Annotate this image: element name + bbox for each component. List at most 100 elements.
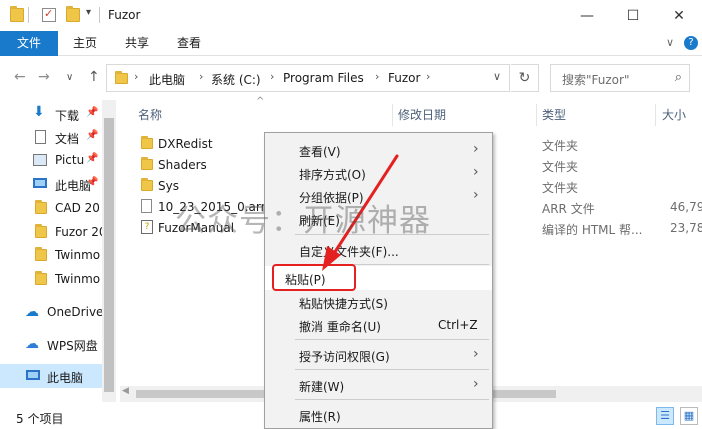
breadcrumb-fuzor[interactable]: Fuzor	[388, 71, 420, 85]
file-name: DXRedist	[158, 137, 213, 151]
sidebar-item-wps-cloud[interactable]: ☁ WPS网盘	[0, 332, 102, 356]
menu-item-undo-rename[interactable]: 撤消 重命名(U) Ctrl+Z	[265, 313, 492, 337]
tab-view[interactable]: 查看	[166, 31, 212, 56]
column-header-name[interactable]: 名称	[138, 100, 162, 130]
menu-separator	[295, 399, 489, 400]
column-divider[interactable]	[655, 104, 656, 126]
folder-icon	[35, 224, 47, 238]
sidebar-item-this-pc[interactable]: 此电脑	[0, 364, 102, 388]
sidebar-item-pictures[interactable]: Pictu 📌	[0, 148, 102, 172]
download-icon: ⬇	[33, 104, 45, 120]
divider	[28, 7, 29, 23]
details-view-icon[interactable]: ☰	[656, 407, 674, 425]
help-file-icon: ?	[141, 220, 153, 234]
minimize-button[interactable]: —	[564, 0, 610, 31]
sidebar-item-fuzor[interactable]: Fuzor 20	[0, 220, 102, 244]
menu-item-properties[interactable]: 属性(R)	[265, 403, 492, 427]
sidebar-item-twinmotion-2[interactable]: Twinmo	[0, 267, 102, 291]
menu-item-label: 排序方式(O)	[299, 168, 366, 182]
breadcrumb-this-pc[interactable]: 此电脑	[149, 71, 185, 88]
scroll-left-icon[interactable]: ◀	[122, 386, 129, 396]
chevron-right-icon: ›	[473, 346, 479, 362]
search-input[interactable]: 搜索"Fuzor"	[562, 71, 629, 88]
search-icon: ⌕	[674, 70, 682, 85]
file-type: 编译的 HTML 帮...	[542, 223, 643, 237]
forward-button[interactable]: →	[38, 69, 50, 85]
tab-home[interactable]: 主页	[62, 31, 108, 56]
chevron-right-icon: ›	[199, 70, 204, 83]
file-type: 文件夹	[542, 139, 579, 153]
column-divider[interactable]	[536, 104, 537, 126]
sidebar-item-label: 下载	[55, 109, 80, 123]
sidebar-item-cad[interactable]: CAD 20	[0, 196, 102, 220]
menu-item-new[interactable]: 新建(W) ›	[265, 373, 492, 397]
menu-item-view[interactable]: 查看(V) ›	[265, 138, 492, 162]
column-header-size[interactable]: 大小	[662, 100, 686, 130]
quick-access-dropdown-icon[interactable]: ▾	[86, 7, 91, 18]
column-header-date[interactable]: 修改日期	[398, 100, 446, 130]
menu-item-give-access[interactable]: 授予访问权限(G) ›	[265, 343, 492, 367]
close-button[interactable]: ✕	[656, 0, 702, 31]
sidebar-item-label: 文档	[55, 132, 80, 146]
sidebar-item-downloads[interactable]: ⬇ 下载 📌	[0, 102, 102, 126]
sidebar-item-label: WPS网盘	[47, 339, 98, 353]
chevron-right-icon: ›	[426, 70, 431, 83]
pin-icon: 📌	[86, 130, 99, 141]
ribbon-collapse-icon[interactable]: ∨	[666, 36, 674, 49]
chevron-right-icon: ›	[473, 141, 479, 157]
new-folder-icon[interactable]	[66, 6, 80, 22]
menu-item-label: 粘贴快捷方式(S)	[299, 297, 388, 311]
recent-locations-button[interactable]: ∨	[66, 72, 73, 83]
sidebar-item-this-pc-pinned[interactable]: 此电脑 📌	[0, 172, 102, 196]
sidebar-item-twinmotion-1[interactable]: Twinmo	[0, 243, 102, 267]
sort-indicator-icon: ^	[256, 96, 265, 107]
column-header-type[interactable]: 类型	[542, 100, 566, 130]
document-icon	[35, 130, 46, 144]
folder-icon	[115, 71, 128, 84]
menu-item-shortcut: Ctrl+Z	[438, 318, 478, 332]
file-type: ARR 文件	[542, 202, 595, 216]
help-icon[interactable]: ?	[684, 36, 698, 50]
chevron-right-icon: ›	[473, 164, 479, 180]
folder-icon	[141, 178, 153, 191]
large-icons-view-icon[interactable]: ▦	[680, 407, 698, 425]
column-divider[interactable]	[392, 104, 393, 126]
sidebar-item-label: Twinmo	[55, 248, 101, 262]
sidebar-item-label: Twinmo	[55, 272, 101, 286]
breadcrumb-system-drive[interactable]: 系统 (C:)	[211, 71, 261, 88]
ribbon-tabs: 文件 主页 共享 查看 ∨ ?	[0, 31, 702, 56]
menu-item-paste-shortcut[interactable]: 粘贴快捷方式(S)	[265, 290, 492, 314]
properties-icon[interactable]	[42, 7, 56, 22]
back-button[interactable]: ←	[14, 69, 26, 85]
menu-item-label: 属性(R)	[299, 410, 341, 424]
refresh-button[interactable]: ↻	[511, 64, 539, 92]
computer-icon	[33, 178, 47, 188]
up-button[interactable]: ↑	[88, 69, 100, 85]
pin-icon: 📌	[86, 177, 99, 188]
folder-icon	[35, 200, 47, 214]
menu-item-label: 查看(V)	[299, 145, 341, 159]
sidebar-scrollbar-thumb[interactable]	[104, 118, 114, 392]
computer-icon	[26, 370, 40, 380]
address-dropdown-icon[interactable]: ∨	[493, 70, 501, 83]
file-type: 文件夹	[542, 181, 579, 195]
file-icon	[141, 199, 152, 213]
folder-icon	[35, 247, 47, 261]
menu-item-sort-by[interactable]: 排序方式(O) ›	[265, 161, 492, 185]
file-name: Sys	[158, 179, 179, 193]
sidebar-item-label: OneDrive	[47, 305, 102, 319]
breadcrumb-program-files[interactable]: Program Files	[283, 71, 364, 85]
watermark-text: 公众号：开源神器	[175, 203, 431, 239]
navigation-pane: ⬇ 下载 📌 文档 📌 Pictu 📌 此电脑 📌 CAD 20 Fuzor 2…	[0, 100, 116, 402]
sidebar-item-onedrive[interactable]: ☁ OneDrive	[0, 300, 102, 324]
tab-share[interactable]: 共享	[114, 31, 160, 56]
address-bar[interactable]: › 此电脑 › 系统 (C:) › Program Files › Fuzor …	[106, 64, 510, 92]
file-size: 46,79	[670, 200, 702, 214]
search-box[interactable]: 搜索"Fuzor" ⌕	[550, 64, 690, 92]
window-title: Fuzor	[108, 8, 141, 22]
maximize-button[interactable]: ☐	[610, 0, 656, 31]
sidebar-item-documents[interactable]: 文档 📌	[0, 125, 102, 149]
folder-icon	[141, 136, 153, 149]
menu-item-customize-folder[interactable]: 自定义文件夹(F)...	[265, 238, 492, 262]
tab-file[interactable]: 文件	[0, 31, 58, 56]
